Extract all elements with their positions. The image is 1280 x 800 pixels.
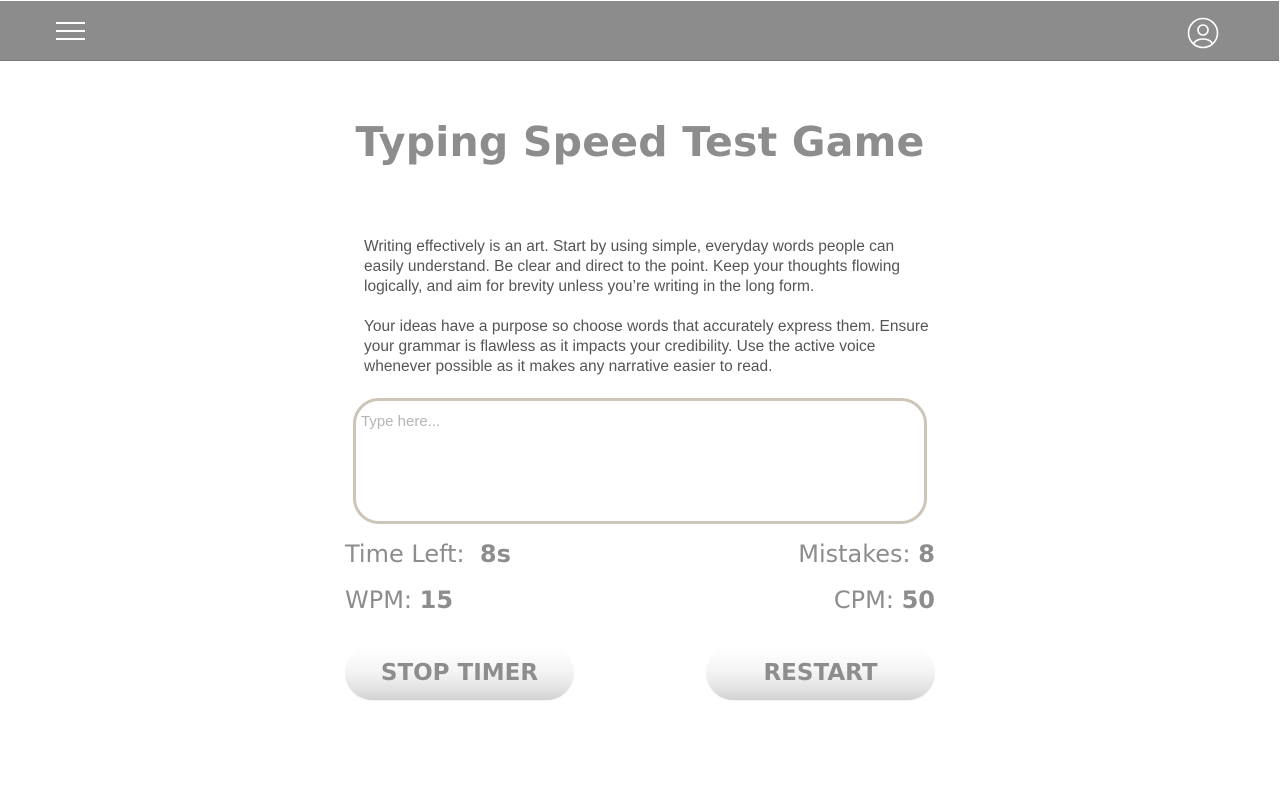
time-left-value: 8s — [479, 540, 511, 568]
passage-paragraph: Your ideas have a purpose so choose word… — [364, 318, 929, 375]
wpm-stat: WPM: 15 — [345, 586, 453, 614]
cpm-value: 50 — [901, 586, 935, 614]
passage-paragraph: Writing effectively is an art. Start by … — [364, 238, 900, 295]
menu-line — [56, 22, 85, 24]
mistakes-value: 8 — [918, 540, 935, 568]
wpm-value: 15 — [419, 586, 454, 614]
stop-timer-button[interactable]: STOP TIMER — [345, 645, 574, 700]
page-title: Typing Speed Test Game — [355, 118, 925, 166]
hamburger-menu-icon[interactable] — [56, 20, 86, 42]
typing-passage: Writing effectively is an art. Start by … — [364, 237, 936, 397]
top-navigation-bar — [0, 1, 1279, 61]
menu-line — [56, 30, 85, 32]
mistakes-stat: Mistakes: 8 — [798, 540, 935, 568]
restart-button[interactable]: RESTART — [706, 645, 935, 700]
cpm-stat: CPM: 50 — [834, 586, 935, 614]
time-left-label: Time Left: — [345, 540, 465, 568]
mistakes-label: Mistakes: — [798, 540, 911, 568]
time-left-stat: Time Left: 8s — [345, 540, 511, 568]
menu-line — [56, 38, 85, 40]
wpm-label: WPM: — [345, 586, 412, 614]
typing-input[interactable] — [353, 398, 927, 524]
cpm-label: CPM: — [833, 586, 894, 614]
user-circle-icon[interactable] — [1187, 17, 1219, 49]
